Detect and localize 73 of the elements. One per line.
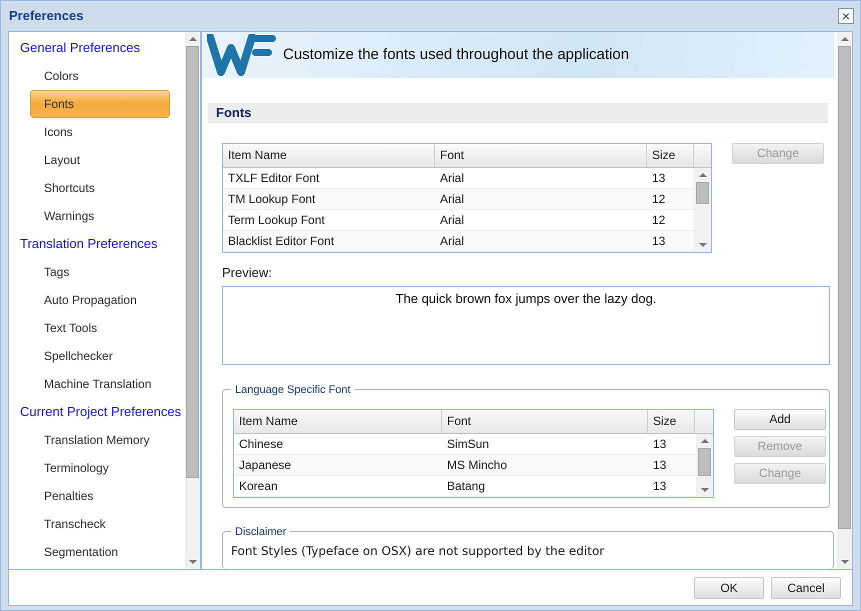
scrollbar[interactable] bbox=[837, 32, 852, 569]
table-cell-text: Arial bbox=[439, 232, 466, 250]
scroll-thumb[interactable] bbox=[838, 46, 851, 529]
table-cell-text: 13 bbox=[652, 478, 668, 495]
scroll-thumb[interactable] bbox=[698, 448, 711, 476]
window-title: Preferences bbox=[9, 7, 84, 26]
scroll-thumb[interactable] bbox=[696, 182, 709, 204]
table-cell-text: 13 bbox=[651, 170, 666, 187]
table-cell-text: Chinese bbox=[238, 436, 284, 453]
dialog-button[interactable]: Cancel bbox=[771, 576, 841, 598]
scroll-up-icon[interactable] bbox=[188, 37, 196, 41]
column-header[interactable]: Font bbox=[442, 410, 648, 433]
table-cell-text: 12 bbox=[651, 190, 666, 208]
scroll-down-icon[interactable] bbox=[700, 488, 708, 492]
scroll-down-icon[interactable] bbox=[698, 242, 706, 247]
close-button[interactable]: × bbox=[838, 8, 854, 24]
table-cell-text: Arial bbox=[439, 170, 466, 187]
sidebar-item[interactable]: Warnings bbox=[30, 202, 170, 230]
dialog-button[interactable]: Add bbox=[734, 408, 826, 430]
sidebar-item[interactable]: Icons bbox=[30, 118, 170, 146]
dialog-button[interactable]: OK bbox=[694, 576, 764, 598]
table-cell-text: 13 bbox=[651, 232, 666, 250]
scrollbar[interactable] bbox=[185, 32, 200, 569]
table-cell-text: Batang bbox=[446, 478, 486, 495]
sidebar-item[interactable]: Segmentation bbox=[30, 538, 170, 566]
column-header[interactable]: Size bbox=[647, 144, 694, 167]
sidebar-item[interactable]: Auto Propagation bbox=[30, 286, 170, 314]
table-cell-text: Blacklist Editor Font bbox=[227, 232, 336, 250]
sidebar-item[interactable]: Transcheck bbox=[30, 510, 170, 538]
sidebar-item[interactable]: Translation Memory bbox=[30, 426, 170, 454]
scroll-up-icon[interactable] bbox=[840, 37, 848, 41]
table-cell-text: TM Lookup Font bbox=[227, 190, 316, 208]
preview-label: Preview: bbox=[222, 264, 273, 282]
sidebar-group-header[interactable]: Translation Preferences bbox=[9, 230, 185, 258]
table-cell-text: Korean bbox=[238, 478, 279, 495]
table-cell-text: 13 bbox=[652, 456, 668, 474]
column-header[interactable]: Size bbox=[648, 410, 695, 433]
sidebar-item[interactable]: Shortcuts bbox=[30, 174, 170, 202]
column-header[interactable]: Item Name bbox=[223, 144, 435, 167]
table-cell-text: Japanese bbox=[238, 456, 292, 474]
scroll-up-icon[interactable] bbox=[698, 172, 706, 177]
table-cell-text: SimSun bbox=[446, 436, 490, 453]
sidebar-item[interactable]: Penalties bbox=[30, 482, 170, 510]
sidebar-item[interactable]: Spellchecker bbox=[30, 342, 170, 370]
table-cell-text: Term Lookup Font bbox=[227, 212, 326, 229]
banner-text: Customize the fonts used throughout the application bbox=[283, 44, 630, 65]
table-cell-text: 12 bbox=[651, 212, 666, 229]
sidebar-item[interactable]: Layout bbox=[30, 146, 170, 174]
disclaimer-text: Font Styles (Typeface on OSX) are not supported by the editor bbox=[231, 544, 604, 558]
sidebar-item[interactable]: Text Tools bbox=[30, 314, 170, 342]
sidebar-item[interactable]: Tags bbox=[30, 258, 170, 286]
sidebar-item[interactable]: Colors bbox=[30, 62, 170, 90]
table-cell-text: MS Mincho bbox=[446, 456, 508, 474]
scroll-down-icon[interactable] bbox=[188, 560, 196, 564]
section-title: Fonts bbox=[216, 104, 252, 122]
table-cell-text: TXLF Editor Font bbox=[227, 170, 320, 187]
logo-icon bbox=[207, 34, 277, 76]
scroll-down-icon[interactable] bbox=[840, 560, 848, 564]
sidebar-group-header[interactable]: Current Project Preferences bbox=[9, 398, 185, 426]
scroll-thumb[interactable] bbox=[186, 46, 199, 478]
sidebar-item[interactable]: Machine Translation bbox=[30, 370, 170, 398]
sidebar-item[interactable]: Fonts bbox=[30, 90, 170, 118]
sidebar-item[interactable]: Terminology bbox=[30, 454, 170, 482]
scroll-up-icon[interactable] bbox=[700, 438, 708, 443]
sidebar-group-header[interactable]: General Preferences bbox=[9, 34, 185, 62]
table-cell-text: 13 bbox=[652, 436, 668, 453]
scrollbar[interactable] bbox=[696, 434, 713, 497]
table-cell-text: Arial bbox=[439, 190, 466, 208]
column-header[interactable]: Font bbox=[435, 144, 647, 167]
column-header[interactable]: Item Name bbox=[234, 410, 442, 433]
preview-text: The quick brown fox jumps over the lazy dog. bbox=[396, 291, 656, 306]
table-cell-text: Arial bbox=[439, 212, 466, 229]
scrollbar[interactable] bbox=[694, 168, 711, 252]
